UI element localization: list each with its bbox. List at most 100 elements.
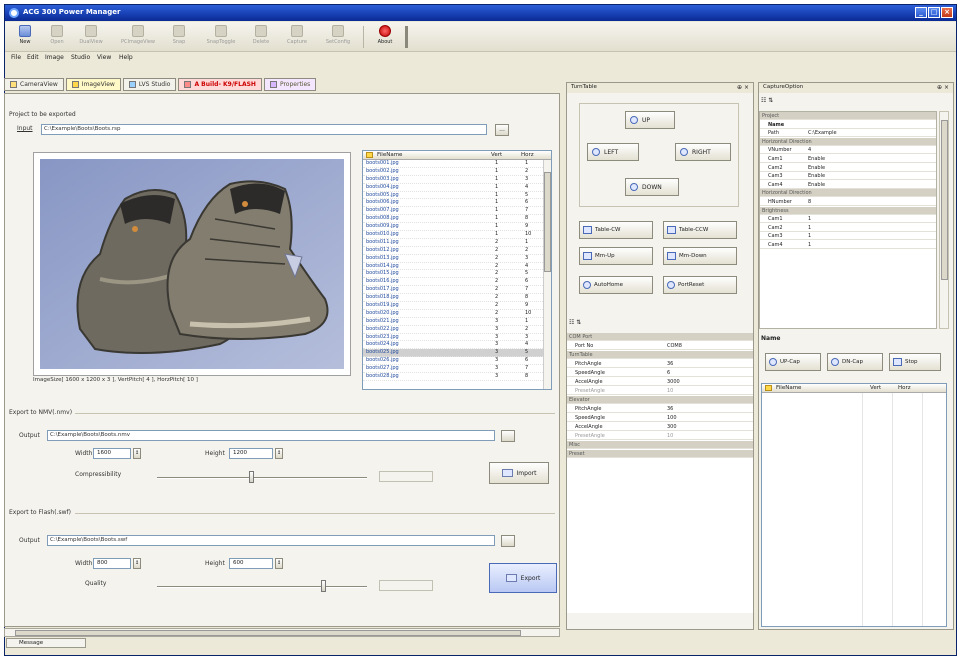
- close-button[interactable]: ×: [941, 7, 953, 18]
- property-row[interactable]: Cam1 1: [760, 215, 936, 224]
- property-row[interactable]: PitchAngle 36: [567, 405, 753, 413]
- mm-up-button[interactable]: Mm-Up: [579, 247, 653, 265]
- property-value[interactable]: Enable: [808, 155, 825, 163]
- input-browse-button[interactable]: ...: [495, 124, 509, 136]
- right-button[interactable]: RIGHT: [675, 143, 731, 161]
- property-row[interactable]: SpeedAngle 100: [567, 414, 753, 422]
- col-vert[interactable]: Vert: [491, 152, 502, 158]
- property-row[interactable]: Cam4 Enable: [760, 180, 936, 189]
- property-value[interactable]: 1: [808, 224, 811, 232]
- snaptoggle-button[interactable]: SnapToggle: [201, 24, 241, 50]
- tab-lvs-studio[interactable]: LVS Studio: [122, 78, 177, 91]
- property-value[interactable]: 10: [667, 432, 673, 440]
- nmv-browse-button[interactable]: [501, 430, 515, 442]
- sort-icons[interactable]: ☷ ⇅: [569, 319, 581, 326]
- minimize-button[interactable]: _: [915, 7, 927, 18]
- property-row[interactable]: PitchAngle 36: [567, 360, 753, 368]
- col-horz[interactable]: Horz: [521, 152, 534, 158]
- list-item[interactable]: boots021.jpg 3 1: [363, 318, 543, 326]
- property-value[interactable]: Enable: [808, 181, 825, 189]
- list-item[interactable]: boots025.jpg 3 5: [363, 349, 543, 358]
- property-row[interactable]: PresetAngle 10: [567, 387, 753, 395]
- up-cap-button[interactable]: UP-Cap: [765, 353, 821, 371]
- col-filename[interactable]: FileName: [377, 152, 402, 158]
- nmv-height-spinner[interactable]: ↕: [275, 448, 283, 459]
- property-category[interactable]: Misc: [567, 441, 753, 449]
- menu-view[interactable]: View: [97, 54, 111, 61]
- list-item[interactable]: boots015.jpg 2 5: [363, 270, 543, 279]
- nmv-height-input[interactable]: 1200: [229, 448, 273, 459]
- property-row[interactable]: Cam2 1: [760, 223, 936, 232]
- list-item[interactable]: boots012.jpg 2 2: [363, 247, 543, 255]
- list-item[interactable]: boots003.jpg 1 3: [363, 176, 543, 184]
- list-item[interactable]: boots004.jpg 1 4: [363, 184, 543, 192]
- port-reset-button[interactable]: PortReset: [663, 276, 737, 294]
- quality-track[interactable]: [157, 586, 367, 588]
- nmv-output-field[interactable]: C:\Example\Boots\Boots.nmv: [47, 430, 495, 441]
- property-value[interactable]: 1: [808, 241, 811, 249]
- col-horz[interactable]: Horz: [898, 385, 911, 391]
- horizontal-scrollbar[interactable]: [4, 628, 560, 637]
- list-item[interactable]: boots018.jpg 2 8: [363, 294, 543, 303]
- pcimageview-button[interactable]: PCImageView: [117, 24, 159, 50]
- property-row[interactable]: Cam3 Enable: [760, 172, 936, 181]
- menu-image[interactable]: Image: [45, 54, 64, 61]
- open-button[interactable]: Open: [41, 24, 73, 50]
- property-row[interactable]: Cam2 Enable: [760, 163, 936, 172]
- tab-cameraview[interactable]: CameraView: [4, 78, 64, 91]
- list-item[interactable]: boots005.jpg 1 5: [363, 192, 543, 200]
- property-category[interactable]: TurnTable: [567, 351, 753, 359]
- list-item[interactable]: boots001.jpg 1 1: [363, 160, 543, 168]
- property-value[interactable]: Enable: [808, 164, 825, 172]
- list-item[interactable]: boots007.jpg 1 7: [363, 207, 543, 216]
- list-item[interactable]: boots027.jpg 3 7: [363, 365, 543, 374]
- list-item[interactable]: boots013.jpg 2 3: [363, 255, 543, 263]
- message-tab[interactable]: Message: [6, 638, 86, 648]
- property-row[interactable]: PresetAngle 10: [567, 432, 753, 440]
- menu-edit[interactable]: Edit: [27, 54, 39, 61]
- property-category[interactable]: Brightness: [760, 206, 936, 215]
- property-value[interactable]: 1: [808, 232, 811, 240]
- flash-width-spinner[interactable]: ↕: [133, 558, 141, 569]
- capture-grid-scrollbar[interactable]: [939, 111, 949, 329]
- dualview-button[interactable]: DualView: [75, 24, 107, 50]
- property-category[interactable]: Project: [760, 112, 936, 120]
- property-value[interactable]: 100: [667, 414, 677, 422]
- input-path-field[interactable]: C:\Example\Boots\Boots.rsp: [41, 124, 487, 135]
- list-item[interactable]: boots024.jpg 3 4: [363, 341, 543, 350]
- menu-file[interactable]: File: [11, 54, 21, 61]
- property-value[interactable]: 10: [667, 387, 673, 395]
- property-value[interactable]: 36: [667, 405, 673, 413]
- pin-close-icon[interactable]: ⊕ ×: [737, 83, 749, 92]
- pin-close-icon[interactable]: ⊕ ×: [937, 83, 949, 92]
- list-item[interactable]: boots016.jpg 2 6: [363, 278, 543, 287]
- property-row[interactable]: AccelAngle 300: [567, 423, 753, 431]
- list-item[interactable]: boots020.jpg 2 10: [363, 310, 543, 318]
- col-filename[interactable]: FileName: [776, 385, 801, 391]
- auto-home-button[interactable]: AutoHome: [579, 276, 653, 294]
- about-button[interactable]: About: [369, 24, 401, 50]
- property-row[interactable]: SpeedAngle 6: [567, 369, 753, 377]
- compressibility-track[interactable]: [157, 477, 367, 479]
- import-button[interactable]: Import: [489, 462, 549, 484]
- capture-button[interactable]: Capture: [281, 24, 313, 50]
- property-row[interactable]: Cam1 Enable: [760, 155, 936, 163]
- tab-properties[interactable]: Properties: [263, 78, 317, 91]
- tab-build-flash[interactable]: A Build- K9/FLASH: [178, 78, 262, 91]
- scroll-thumb[interactable]: [941, 120, 948, 280]
- snap-button[interactable]: Snap: [163, 24, 195, 50]
- col-vert[interactable]: Vert: [870, 385, 881, 391]
- nmv-width-spinner[interactable]: ↕: [133, 448, 141, 459]
- property-row[interactable]: Cam4 1: [760, 241, 936, 249]
- maximize-button[interactable]: □: [928, 7, 940, 18]
- down-button[interactable]: DOWN: [625, 178, 679, 196]
- property-category[interactable]: Elevator: [567, 396, 753, 404]
- property-value[interactable]: 4: [808, 146, 811, 154]
- list-item[interactable]: boots023.jpg 3 3: [363, 334, 543, 342]
- property-row[interactable]: VNumber 4: [760, 146, 936, 155]
- sort-icons[interactable]: ☷ ⇅: [761, 97, 773, 104]
- property-value[interactable]: 8: [808, 198, 811, 206]
- property-row[interactable]: Port No COM8: [567, 342, 753, 350]
- list-item[interactable]: boots010.jpg 1 10: [363, 231, 543, 239]
- property-category[interactable]: Preset: [567, 450, 753, 458]
